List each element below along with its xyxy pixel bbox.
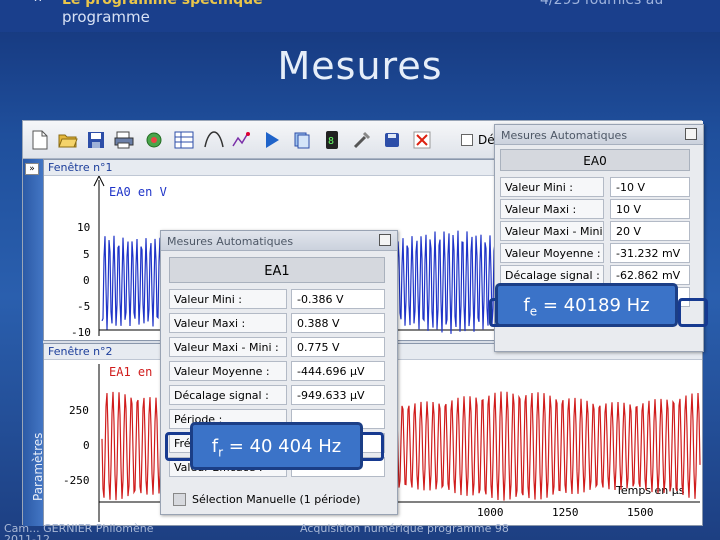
measure-value: 0.388 V [291, 313, 385, 333]
tick-1-0: 10 [77, 221, 90, 234]
measure-label: Valeur Moyenne : [169, 361, 287, 381]
slide: 4. Le programme spécifique programme 4/2… [0, 0, 720, 540]
measure-label: Décalage signal : [500, 265, 604, 285]
panel-ea1-channel: EA1 [169, 257, 385, 283]
open-folder-icon[interactable] [55, 127, 81, 153]
panel-ea0-title: Mesures Automatiques [495, 125, 703, 145]
manual-selection-checkbox[interactable] [173, 493, 186, 506]
modelling-icon[interactable] [229, 127, 255, 153]
measure-value: -10 V [610, 177, 690, 197]
measure-label: Décalage signal : [169, 385, 287, 405]
blue-disk-icon[interactable] [379, 127, 405, 153]
measure-label: Valeur Maxi - Mini : [169, 337, 287, 357]
curve-icon[interactable] [201, 127, 227, 153]
panel-ea1-title: Mesures Automatiques [161, 231, 397, 251]
panel-ea1-close-icon[interactable] [379, 234, 391, 246]
measure-row: Valeur Mini : -0.386 V [161, 289, 397, 311]
measure-value: -31.232 mV [610, 243, 690, 263]
meter-icon[interactable]: 8 [319, 127, 345, 153]
parameters-sidebar[interactable]: » Paramètres [23, 159, 45, 526]
display-checkbox-label: Dé [478, 133, 495, 147]
print-icon[interactable] [111, 127, 137, 153]
measure-label: Valeur Mini : [169, 289, 287, 309]
measure-label: Valeur Maxi - Mini : [500, 221, 604, 241]
panel-ea0-channel: EA0 [500, 149, 690, 171]
measure-value: -62.862 mV [610, 265, 690, 285]
new-file-icon[interactable] [27, 127, 53, 153]
measure-row: Décalage signal : -949.633 µV [161, 385, 397, 407]
red-cross-icon[interactable] [409, 127, 435, 153]
measure-label: Valeur Mini : [500, 177, 604, 197]
measure-value: -0.386 V [291, 289, 385, 309]
tick-1-1: 5 [83, 248, 90, 261]
top-left-text: programme [62, 8, 150, 26]
x-axis-label-2: Temps en µs [615, 484, 685, 497]
tick-2-0: 250 [69, 404, 89, 417]
measure-label: Valeur Moyenne : [500, 243, 604, 263]
svg-text:8: 8 [328, 136, 334, 147]
settings-gear-icon[interactable] [141, 127, 167, 153]
fe-subscript: e [529, 304, 538, 319]
manual-selection-label: Sélection Manuelle (1 période) [192, 493, 361, 506]
tools-icon[interactable] [349, 127, 375, 153]
fe-value: = 40189 Hz [537, 295, 650, 316]
fe-highlight-right [678, 298, 708, 327]
measure-row: Valeur Moyenne : -444.696 µV [161, 361, 397, 383]
x-tick-2-1: 1250 [552, 506, 579, 519]
table-icon[interactable] [171, 127, 197, 153]
x-tick-2-0: 1000 [477, 506, 504, 519]
tick-1-2: 0 [83, 274, 90, 287]
measure-label: Valeur Maxi : [169, 313, 287, 333]
measure-value: 0.775 V [291, 337, 385, 357]
measure-value: -949.633 µV [291, 385, 385, 405]
play-icon[interactable] [259, 127, 285, 153]
save-icon[interactable] [83, 127, 109, 153]
fr-callout: fr = 40 404 Hz [190, 422, 363, 470]
measure-row: Valeur Maxi - Mini :0.775 V [161, 337, 397, 359]
tick-2-2: -250 [63, 474, 90, 487]
measure-row: Valeur Maxi : 10 V [495, 199, 703, 221]
measure-row: Valeur Moyenne : -31.232 mV [495, 243, 703, 265]
measure-value: -444.696 µV [291, 361, 385, 381]
tick-2-1: 0 [83, 439, 90, 452]
slide-title: Mesures [277, 44, 443, 88]
footer-left-date: 2011-12 [4, 533, 50, 540]
x-tick-2-2: 1500 [627, 506, 654, 519]
collapse-arrow-icon[interactable]: » [25, 163, 39, 175]
display-checkbox[interactable] [461, 134, 473, 146]
tick-1-4: -10 [71, 326, 91, 339]
top-truncated-heading: Le programme spécifique [62, 0, 263, 8]
top-bullet: 4. [30, 0, 42, 5]
top-right-text: 4/293 fournies au [540, 0, 664, 8]
tick-1-3: -5 [77, 300, 90, 313]
panel-ea0-close-icon[interactable] [685, 128, 697, 140]
measure-label: Valeur Maxi : [500, 199, 604, 219]
fe-callout: fe = 40189 Hz [495, 283, 678, 327]
measure-value: 20 V [610, 221, 690, 241]
measure-row: Valeur Maxi - Mini : 20 V [495, 221, 703, 243]
footer-center: Acquisition numérique programme 98 [300, 522, 509, 535]
measure-row: Valeur Mini : -10 V [495, 177, 703, 199]
measure-value: 10 V [610, 199, 690, 219]
measure-row: Valeur Maxi :0.388 V [161, 313, 397, 335]
window-1-channel: EA0 en V [109, 185, 167, 199]
layers-icon[interactable] [289, 127, 315, 153]
fr-value: = 40 404 Hz [223, 436, 342, 457]
